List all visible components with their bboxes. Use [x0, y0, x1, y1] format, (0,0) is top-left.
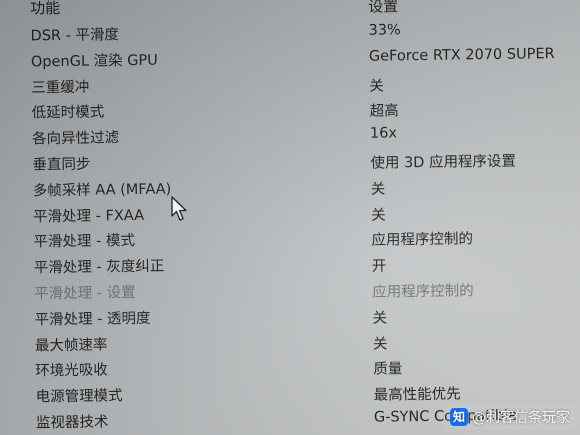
- feature-label: 各向异性过滤: [31, 130, 120, 148]
- setting-value[interactable]: 超高: [370, 100, 399, 121]
- setting-value[interactable]: 关: [373, 332, 388, 353]
- setting-value[interactable]: 最高性能优先: [373, 383, 461, 405]
- setting-value[interactable]: 关: [371, 177, 386, 198]
- settings-panel: 功能 设置 DSR - 平滑度 33% OpenGL 渲染 GPU GeForc…: [0, 0, 580, 435]
- mouse-pointer-icon: [171, 196, 187, 221]
- setting-value[interactable]: 使用 3D 应用程序设置: [370, 150, 516, 173]
- feature-label: 监视器技术: [35, 414, 109, 432]
- feature-label: 平滑处理 - 设置: [34, 284, 136, 303]
- watermark-text: @刺客信条玩家: [472, 410, 570, 426]
- table-header: 功能 设置: [30, 0, 580, 19]
- setting-value: 应用程序控制的: [372, 283, 474, 301]
- feature-column-header: 功能: [30, 0, 61, 18]
- feature-label: 平滑处理 - 透明度: [34, 310, 151, 329]
- settings-list: DSR - 平滑度 33% OpenGL 渲染 GPU GeForce RTX …: [30, 17, 580, 435]
- feature-label: 电源管理模式: [35, 388, 123, 406]
- setting-value[interactable]: 应用程序控制的: [371, 228, 473, 250]
- feature-label: 低延时模式: [31, 104, 105, 122]
- feature-label: DSR - 平滑度: [30, 27, 120, 45]
- setting-value[interactable]: 质量: [373, 358, 402, 379]
- feature-label: 垂直同步: [32, 156, 91, 174]
- setting-column-header: 设置: [368, 0, 399, 16]
- feature-label: 最大帧速率: [34, 336, 108, 354]
- feature-label: 平滑处理 - FXAA: [33, 207, 145, 225]
- watermark: 知 @刺客信条玩家: [446, 405, 574, 429]
- setting-value[interactable]: GeForce RTX 2070 SUPER: [369, 46, 555, 65]
- setting-value[interactable]: 开: [372, 255, 387, 276]
- setting-value[interactable]: 16x: [370, 126, 397, 142]
- feature-label: 环境光吸收: [35, 362, 108, 380]
- photo-frame: 功能 设置 DSR - 平滑度 33% OpenGL 渲染 GPU GeForc…: [0, 0, 580, 435]
- feature-label: 平滑处理 - 灰度纠正: [33, 258, 165, 277]
- setting-value[interactable]: 关: [371, 203, 386, 224]
- zhihu-logo-icon: 知: [450, 408, 468, 426]
- setting-value[interactable]: 关: [369, 74, 384, 95]
- setting-value[interactable]: 33%: [368, 22, 400, 38]
- feature-label: 三重缓冲: [31, 79, 90, 97]
- feature-label: 平滑处理 - 模式: [33, 233, 136, 251]
- feature-label: 多帧采样 AA (MFAA): [32, 181, 172, 200]
- setting-value[interactable]: 关: [372, 306, 387, 327]
- feature-label: OpenGL 渲染 GPU: [30, 52, 158, 71]
